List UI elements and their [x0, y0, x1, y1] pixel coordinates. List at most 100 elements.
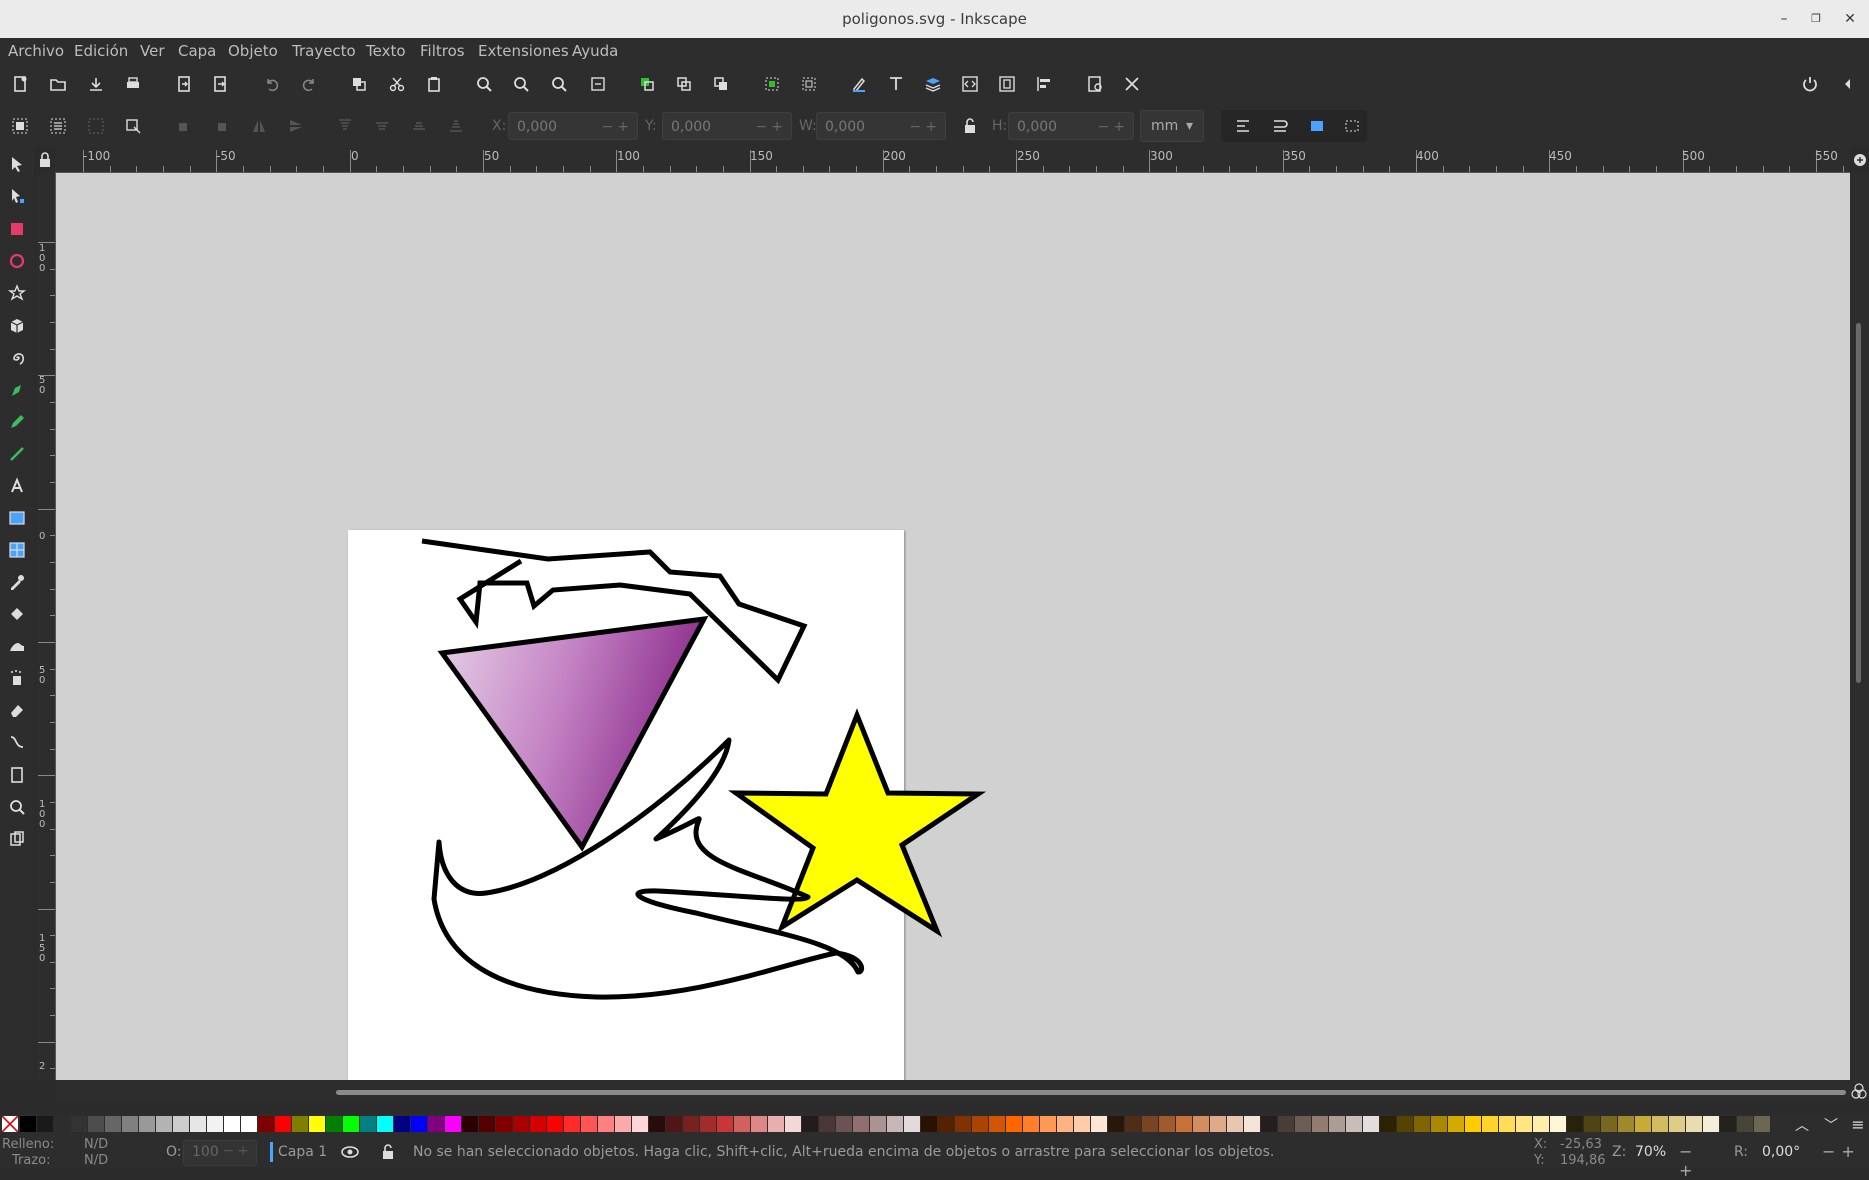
rotate-cw-icon[interactable] [207, 112, 235, 140]
gradient-triangle[interactable] [437, 615, 709, 852]
color-swatch[interactable] [632, 1116, 648, 1132]
color-swatch[interactable] [1737, 1116, 1753, 1132]
color-swatch[interactable] [122, 1116, 138, 1132]
new-document-icon[interactable] [6, 70, 34, 98]
menu-ayuda[interactable]: Ayuda [572, 42, 618, 60]
color-swatch[interactable] [1618, 1116, 1634, 1132]
paint-bucket-tool-icon[interactable] [3, 600, 31, 628]
color-swatch[interactable] [1465, 1116, 1481, 1132]
color-swatch[interactable] [326, 1116, 342, 1132]
h-stepper[interactable]: −+ [1098, 113, 1129, 141]
w-stepper[interactable]: −+ [910, 113, 941, 141]
h-input[interactable]: 0,000 −+ [1008, 112, 1134, 140]
color-swatch[interactable] [1295, 1116, 1311, 1132]
color-swatch[interactable] [938, 1116, 954, 1132]
color-swatch[interactable] [666, 1116, 682, 1132]
selector-tool-icon[interactable] [3, 150, 31, 178]
color-swatch[interactable] [1278, 1116, 1294, 1132]
restore-icon[interactable]: ❐ [1806, 9, 1826, 29]
color-swatch[interactable] [1567, 1116, 1583, 1132]
stroke-value[interactable]: N/D [84, 1153, 108, 1168]
xml-editor-icon[interactable] [956, 70, 984, 98]
color-swatch[interactable] [139, 1116, 155, 1132]
color-swatch[interactable] [1380, 1116, 1396, 1132]
color-swatch[interactable] [904, 1116, 920, 1132]
zoom-input[interactable]: 70% −+ [1627, 1140, 1717, 1180]
zoom-stepper[interactable]: −+ [1679, 1142, 1717, 1180]
snap-toggle-icon[interactable] [1796, 70, 1824, 98]
color-swatch[interactable] [428, 1116, 444, 1132]
color-swatch[interactable] [1686, 1116, 1702, 1132]
color-swatch[interactable] [1176, 1116, 1192, 1132]
color-swatch[interactable] [1703, 1116, 1719, 1132]
color-swatch[interactable] [785, 1116, 801, 1132]
group-icon[interactable] [758, 70, 786, 98]
color-swatch[interactable] [292, 1116, 308, 1132]
color-swatch[interactable] [394, 1116, 410, 1132]
import-icon[interactable] [170, 70, 198, 98]
align-distribute-icon[interactable] [1030, 70, 1058, 98]
color-swatch[interactable] [1414, 1116, 1430, 1132]
text-tool-icon[interactable] [3, 472, 31, 500]
zoom-page-width-icon[interactable] [584, 70, 612, 98]
color-swatch[interactable] [1023, 1116, 1039, 1132]
color-swatch[interactable] [496, 1116, 512, 1132]
color-swatch[interactable] [802, 1116, 818, 1132]
color-swatch[interactable] [1074, 1116, 1090, 1132]
color-swatch[interactable] [1244, 1116, 1260, 1132]
y-stepper[interactable]: −+ [756, 113, 787, 141]
color-swatch[interactable] [887, 1116, 903, 1132]
horizontal-scroll-thumb[interactable] [336, 1090, 1846, 1095]
snap-menu-arrow-icon[interactable] [1834, 70, 1862, 98]
fill-stroke-icon[interactable] [845, 70, 873, 98]
color-swatch[interactable] [547, 1116, 563, 1132]
w-input[interactable]: 0,000 −+ [816, 112, 946, 140]
vertical-scroll-thumb[interactable] [1856, 323, 1861, 683]
menu-objeto[interactable]: Objeto [228, 42, 278, 60]
ellipse-tool-icon[interactable] [3, 247, 31, 275]
color-swatch[interactable] [530, 1116, 546, 1132]
color-swatch[interactable] [870, 1116, 886, 1132]
scale-corners-icon[interactable] [1266, 112, 1294, 140]
open-folder-icon[interactable] [44, 70, 72, 98]
node-tool-icon[interactable] [3, 182, 31, 210]
copy-icon[interactable] [345, 70, 373, 98]
menu-archivo[interactable]: Archivo [8, 42, 64, 60]
color-swatch[interactable] [1125, 1116, 1141, 1132]
palette-scroll-up-icon[interactable]: ︿ [1792, 1115, 1812, 1135]
color-swatch[interactable] [1533, 1116, 1549, 1132]
color-swatch[interactable] [1210, 1116, 1226, 1132]
color-swatch[interactable] [564, 1116, 580, 1132]
color-swatch[interactable] [649, 1116, 665, 1132]
color-swatch[interactable] [972, 1116, 988, 1132]
zoom-page-icon[interactable] [545, 70, 573, 98]
color-swatch[interactable] [241, 1116, 257, 1132]
color-swatch[interactable] [275, 1116, 291, 1132]
color-swatch[interactable] [1584, 1116, 1600, 1132]
color-swatch[interactable] [1193, 1116, 1209, 1132]
menu-texto[interactable]: Texto [366, 42, 406, 60]
color-swatch[interactable] [1720, 1116, 1736, 1132]
rulers-toggle-icon[interactable] [1851, 150, 1869, 170]
color-swatch[interactable] [71, 1116, 87, 1132]
no-paint-swatch[interactable] [1, 1115, 19, 1133]
paste-icon[interactable] [420, 70, 448, 98]
zoom-drawing-icon[interactable] [507, 70, 535, 98]
color-swatch[interactable] [598, 1116, 614, 1132]
rotate-ccw-icon[interactable] [170, 112, 198, 140]
palette-menu-icon[interactable]: ≡ [1849, 1115, 1867, 1135]
color-swatch[interactable] [105, 1116, 121, 1132]
undo-icon[interactable] [258, 70, 286, 98]
menu-edicion[interactable]: Edición [74, 42, 128, 60]
color-swatch[interactable] [955, 1116, 971, 1132]
lower-icon[interactable] [405, 112, 433, 140]
color-swatch[interactable] [1091, 1116, 1107, 1132]
select-all-layers-icon[interactable] [44, 112, 72, 140]
color-swatch[interactable] [836, 1116, 852, 1132]
rotation-stepper[interactable]: −+ [1822, 1142, 1861, 1161]
export-icon[interactable] [206, 70, 234, 98]
rectangle-tool-icon[interactable] [3, 215, 31, 243]
menu-filtros[interactable]: Filtros [420, 42, 465, 60]
menu-trayecto[interactable]: Trayecto [292, 42, 356, 60]
print-icon[interactable] [119, 70, 147, 98]
